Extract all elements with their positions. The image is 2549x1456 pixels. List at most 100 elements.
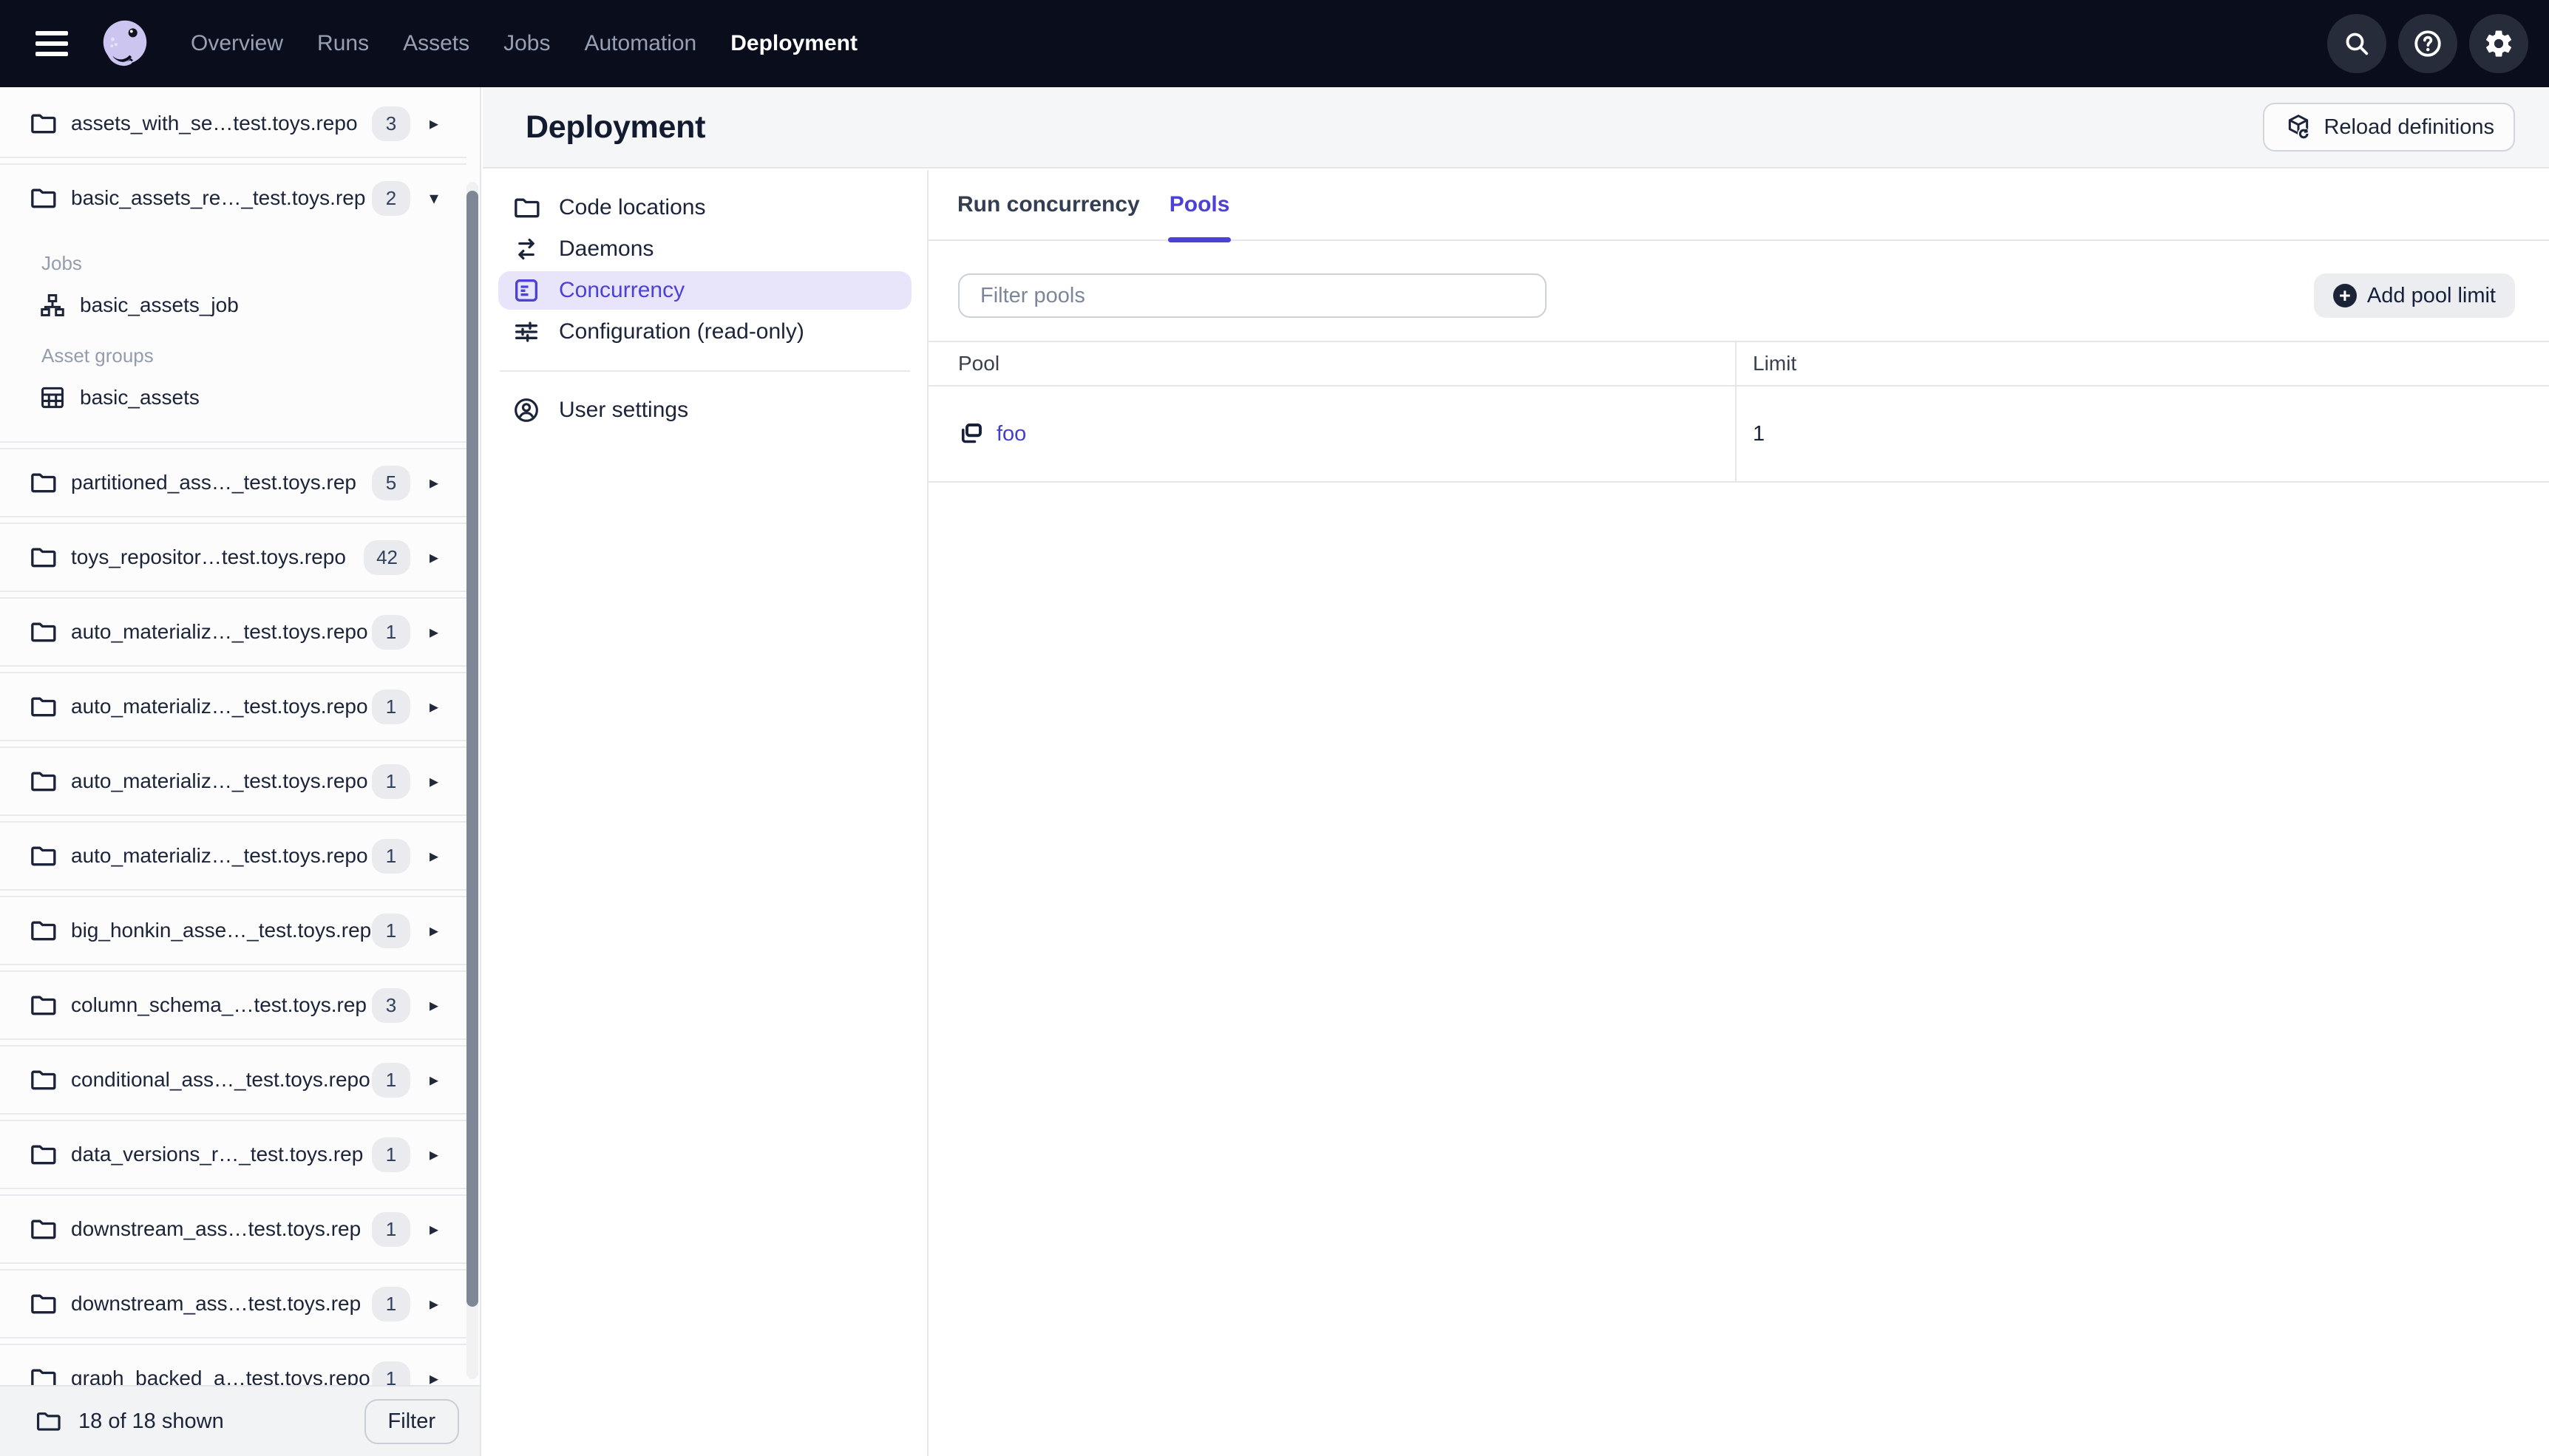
code-location-item[interactable]: column_schema_…test.toys.rep 3 ▸: [0, 972, 466, 1038]
jobs-section-header: Jobs: [41, 252, 82, 274]
page-title: Deployment: [526, 109, 706, 145]
pool-limit-value: 1: [1753, 421, 1765, 446]
table-header-row: Pool Limit: [929, 341, 2549, 387]
nav-item-runs[interactable]: Runs: [317, 31, 369, 56]
job-item[interactable]: basic_assets_job: [0, 282, 466, 328]
folder-icon: [28, 1364, 58, 1385]
tune-sliders-icon: [512, 317, 541, 347]
settings-nav-label: Daemons: [559, 237, 654, 261]
asset-group-label: basic_assets: [80, 386, 200, 409]
code-location-item[interactable]: graph_backed_a…test.toys.repo 1 ▸: [0, 1345, 466, 1385]
nav-item-automation[interactable]: Automation: [584, 31, 696, 56]
code-location-label: column_schema_…test.toys.rep: [71, 993, 367, 1016]
deployment-settings-nav: Code locations Daemons Concurrency Confi…: [483, 170, 929, 1456]
add-pool-limit-label: Add pool limit: [2366, 283, 2496, 307]
code-location-item[interactable]: downstream_ass…test.toys.rep 1 ▸: [0, 1196, 466, 1262]
daemons-swap-icon: [512, 234, 541, 264]
folder-icon: [28, 1140, 58, 1169]
code-location-label: data_versions_r…_test.toys.rep: [71, 1143, 364, 1166]
folder-icon: [28, 841, 58, 871]
pool-link-foo[interactable]: foo: [997, 422, 1026, 446]
tab-run-concurrency[interactable]: Run concurrency: [957, 170, 1140, 239]
asset-count-badge: 1: [372, 1137, 410, 1172]
code-location-item[interactable]: auto_materializ…_test.toys.repo 1 ▸: [0, 599, 466, 665]
chevron-right-icon[interactable]: ▸: [421, 472, 447, 494]
asset-count-badge: 1: [372, 1286, 410, 1321]
dagster-logo-icon[interactable]: [96, 15, 154, 72]
code-location-label: auto_materializ…_test.toys.repo: [71, 844, 368, 867]
code-location-item[interactable]: auto_materializ…_test.toys.repo 1 ▸: [0, 748, 466, 814]
settings-button[interactable]: [2469, 14, 2528, 73]
settings-nav-code-locations[interactable]: Code locations: [498, 188, 912, 227]
code-location-list: assets_with_se…test.toys.repo 3 ▸ basic_…: [0, 87, 466, 1385]
folder-icon: [28, 916, 58, 945]
settings-nav-configuration[interactable]: Configuration (read-only): [498, 313, 912, 351]
folder-icon: [28, 542, 58, 572]
scrollbar-thumb[interactable]: [466, 191, 478, 1307]
code-location-label: graph_backed_a…test.toys.repo: [71, 1367, 370, 1385]
chevron-right-icon[interactable]: ▸: [421, 846, 447, 867]
code-location-item[interactable]: basic_assets_re…_test.toys.rep 2 ▾: [0, 165, 466, 231]
filter-button[interactable]: Filter: [364, 1398, 459, 1444]
asset-count-badge: 1: [372, 1211, 410, 1247]
pool-copies-icon: [958, 421, 985, 447]
code-location-item[interactable]: auto_materializ…_test.toys.repo 1 ▸: [0, 673, 466, 740]
folder-icon: [28, 692, 58, 721]
chevron-right-icon[interactable]: ▸: [421, 1069, 447, 1091]
column-header-pool: Pool: [929, 342, 1737, 385]
job-icon: [38, 291, 67, 319]
hamburger-menu-icon[interactable]: [35, 31, 68, 56]
code-location-label: toys_repositor…test.toys.repo: [71, 545, 346, 568]
code-location-item[interactable]: data_versions_r…_test.toys.rep 1 ▸: [0, 1121, 466, 1188]
chevron-right-icon[interactable]: ▸: [421, 547, 447, 568]
code-location-label: big_honkin_asse…_test.toys.rep: [71, 919, 372, 942]
user-icon: [512, 395, 541, 425]
asset-group-item[interactable]: basic_assets: [0, 375, 466, 421]
code-location-item[interactable]: downstream_ass…test.toys.rep 1 ▸: [0, 1270, 466, 1337]
code-location-item-expanded: basic_assets_re…_test.toys.rep 2 ▾ Jobs …: [0, 163, 466, 443]
search-button[interactable]: [2327, 14, 2386, 73]
help-button[interactable]: [2398, 14, 2457, 73]
settings-nav-concurrency[interactable]: Concurrency: [498, 271, 912, 310]
code-location-label: auto_materializ…_test.toys.repo: [71, 695, 368, 718]
code-location-item[interactable]: toys_repositor…test.toys.repo 42 ▸: [0, 524, 466, 591]
code-location-item[interactable]: conditional_ass…_test.toys.repo 1 ▸: [0, 1047, 466, 1113]
code-location-item[interactable]: partitioned_ass…_test.toys.rep 5 ▸: [0, 449, 466, 516]
settings-nav-user-settings[interactable]: User settings: [498, 391, 912, 429]
chevron-right-icon[interactable]: ▸: [421, 1293, 447, 1315]
chevron-right-icon[interactable]: ▸: [421, 1144, 447, 1166]
add-pool-limit-button[interactable]: + Add pool limit: [2313, 273, 2515, 318]
pools-table: Pool Limit foo 1: [929, 341, 2549, 483]
chevron-right-icon[interactable]: ▸: [421, 920, 447, 942]
chevron-right-icon[interactable]: ▸: [421, 995, 447, 1016]
nav-item-deployment[interactable]: Deployment: [730, 31, 858, 56]
code-location-item[interactable]: auto_materializ…_test.toys.repo 1 ▸: [0, 823, 466, 889]
code-location-label: auto_materializ…_test.toys.repo: [71, 620, 368, 643]
asset-count-badge: 1: [372, 614, 410, 650]
folder-icon: [28, 468, 58, 497]
nav-divider: [500, 370, 910, 372]
tab-pools[interactable]: Pools: [1167, 170, 1232, 242]
code-location-item[interactable]: big_honkin_asse…_test.toys.rep 1 ▸: [0, 897, 466, 964]
nav-item-assets[interactable]: Assets: [403, 31, 469, 56]
table-row: foo 1: [929, 387, 2549, 483]
filter-pools-input[interactable]: [958, 273, 1547, 318]
code-location-label: downstream_ass…test.toys.rep: [71, 1292, 362, 1315]
chevron-down-icon[interactable]: ▾: [421, 188, 447, 209]
chevron-right-icon[interactable]: ▸: [421, 771, 447, 792]
code-location-item[interactable]: assets_with_se…test.toys.repo 3 ▸: [0, 90, 466, 157]
shown-count-label: 18 of 18 shown: [78, 1409, 224, 1433]
code-location-label: conditional_ass…_test.toys.repo: [71, 1068, 370, 1091]
chevron-right-icon[interactable]: ▸: [421, 622, 447, 643]
nav-item-overview[interactable]: Overview: [191, 31, 283, 56]
gear-icon: [2483, 28, 2514, 59]
nav-item-jobs[interactable]: Jobs: [503, 31, 550, 56]
chevron-right-icon[interactable]: ▸: [421, 1219, 447, 1240]
sidebar-scrollbar[interactable]: [466, 182, 478, 1379]
chevron-right-icon[interactable]: ▸: [421, 696, 447, 718]
chevron-right-icon[interactable]: ▸: [421, 1368, 447, 1386]
column-header-limit: Limit: [1753, 352, 1797, 375]
reload-definitions-button[interactable]: Reload definitions: [2263, 103, 2515, 152]
chevron-right-icon[interactable]: ▸: [421, 113, 447, 135]
settings-nav-daemons[interactable]: Daemons: [498, 230, 912, 268]
